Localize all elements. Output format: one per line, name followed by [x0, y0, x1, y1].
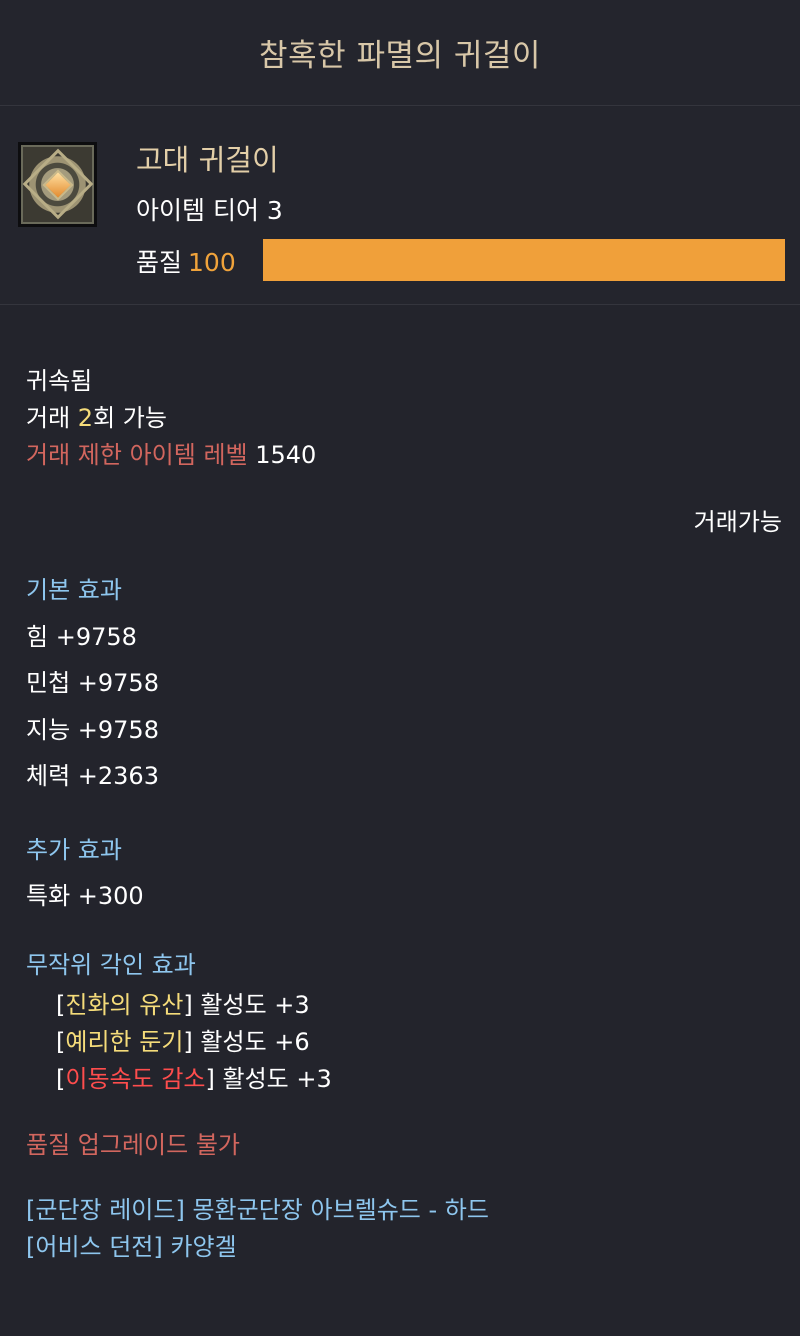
engraving-name: 이동속도 감소	[65, 1065, 206, 1093]
source-item: [군단장 레이드] 몽환군단장 아브렐슈드 - 하드	[26, 1196, 489, 1224]
extra-effect-heading: 추가 효과	[26, 836, 122, 864]
engraving-value: 활성도 +6	[200, 1028, 310, 1056]
tradable-status: 거래가능	[693, 508, 782, 536]
engraving-value: 활성도 +3	[200, 991, 310, 1019]
quality-bar-fill	[263, 239, 785, 281]
engraving-item: [진화의 유산] 활성도 +3	[56, 991, 310, 1019]
trade-count-value: 2	[77, 404, 94, 432]
engraving-item: [이동속도 감소] 활성도 +3	[56, 1065, 332, 1093]
quality-value: 100	[188, 248, 236, 277]
quality-upgrade-notice: 품질 업그레이드 불가	[26, 1131, 240, 1159]
quality-label: 품질 100	[136, 243, 236, 279]
base-stat: 체력 +2363	[26, 762, 159, 790]
tooltip-title-bar: 참혹한 파멸의 귀걸이	[0, 0, 800, 106]
source-item: [어비스 던전] 카양겔	[26, 1233, 237, 1261]
trade-count: 거래 2회 가능	[26, 398, 167, 433]
bound-status: 귀속됨	[26, 367, 93, 395]
base-stat: 민첩 +9758	[26, 669, 159, 697]
engraving-name: 진화의 유산	[65, 991, 184, 1019]
engraving-effect-heading: 무작위 각인 효과	[26, 951, 196, 979]
trade-level-limit: 거래 제한 아이템 레벨 1540	[26, 435, 316, 470]
trade-prefix: 거래	[26, 404, 78, 432]
quality-bar	[263, 239, 785, 281]
trade-level-limit-label: 거래 제한 아이템 레벨	[26, 441, 248, 469]
engraving-item: [예리한 둔기] 활성도 +6	[56, 1028, 310, 1056]
engraving-value: 활성도 +3	[222, 1065, 332, 1093]
item-header: 고대 귀걸이 아이템 티어 3 품질 100	[0, 107, 800, 305]
item-grade: 고대 귀걸이	[136, 143, 279, 177]
item-tier: 아이템 티어 3	[136, 196, 283, 225]
base-effect-heading: 기본 효과	[26, 576, 122, 604]
extra-stat: 특화 +300	[26, 882, 144, 910]
base-stat: 힘 +9758	[26, 623, 137, 651]
engraving-name: 예리한 둔기	[65, 1028, 184, 1056]
quality-label-text: 품질	[136, 248, 183, 277]
trade-level-limit-value: 1540	[255, 441, 317, 469]
base-stat: 지능 +9758	[26, 716, 159, 744]
item-name-title: 참혹한 파멸의 귀걸이	[259, 38, 541, 74]
trade-suffix: 회 가능	[93, 404, 167, 432]
earring-icon	[18, 142, 97, 227]
